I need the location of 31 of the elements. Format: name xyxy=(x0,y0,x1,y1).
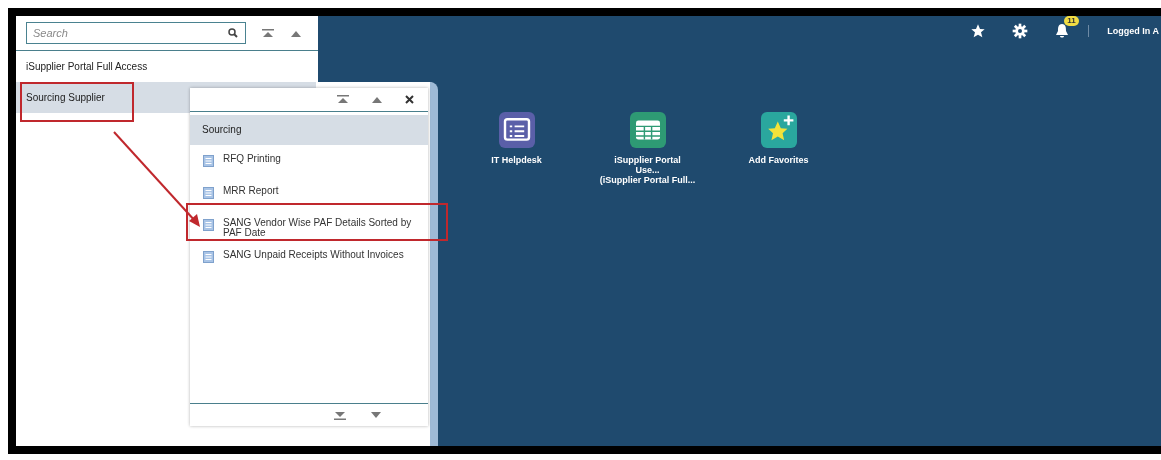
document-icon xyxy=(203,251,214,263)
scroll-top-icon[interactable] xyxy=(337,95,349,104)
tile-sublabel: (iSupplier Portal Full... xyxy=(599,175,696,185)
user-status[interactable]: Logged In A xyxy=(1107,26,1159,36)
document-icon xyxy=(203,219,214,231)
notification-badge: 11 xyxy=(1064,16,1079,26)
scroll-bottom-icon[interactable] xyxy=(334,410,346,420)
tile-label[interactable]: Add Favorites xyxy=(748,155,809,165)
scroll-up-icon[interactable] xyxy=(290,29,302,37)
tile-label[interactable]: iSupplier Portal Use... xyxy=(607,155,688,175)
star-icon[interactable] xyxy=(970,23,987,39)
sidebar-item[interactable]: iSupplier Portal Full Access xyxy=(16,51,318,82)
search-icon xyxy=(228,28,238,38)
menu-item[interactable]: MRR Report xyxy=(203,186,412,199)
menu-item[interactable]: SANG Unpaid Receipts Without Invoices xyxy=(203,250,412,263)
search-field[interactable]: Search xyxy=(26,22,246,44)
scroll-down-icon[interactable] xyxy=(370,411,382,419)
scroll-up-icon[interactable] xyxy=(371,96,383,103)
scroll-top-icon[interactable] xyxy=(262,28,274,38)
table-icon[interactable] xyxy=(629,112,666,148)
list-icon[interactable] xyxy=(498,112,535,148)
star-plus-icon[interactable] xyxy=(760,112,797,148)
section-header: Sourcing xyxy=(190,115,428,145)
menu-item[interactable]: SANG Vendor Wise PAF Details Sorted by PAF Date xyxy=(203,218,412,238)
tile-label[interactable]: IT Helpdesk xyxy=(491,155,542,165)
document-icon xyxy=(203,155,214,167)
bell-icon[interactable] xyxy=(1055,23,1070,39)
settings-icon[interactable] xyxy=(1012,23,1029,39)
close-icon[interactable] xyxy=(405,95,414,104)
menu-item[interactable]: RFQ Printing xyxy=(203,154,412,167)
document-icon xyxy=(203,187,214,199)
